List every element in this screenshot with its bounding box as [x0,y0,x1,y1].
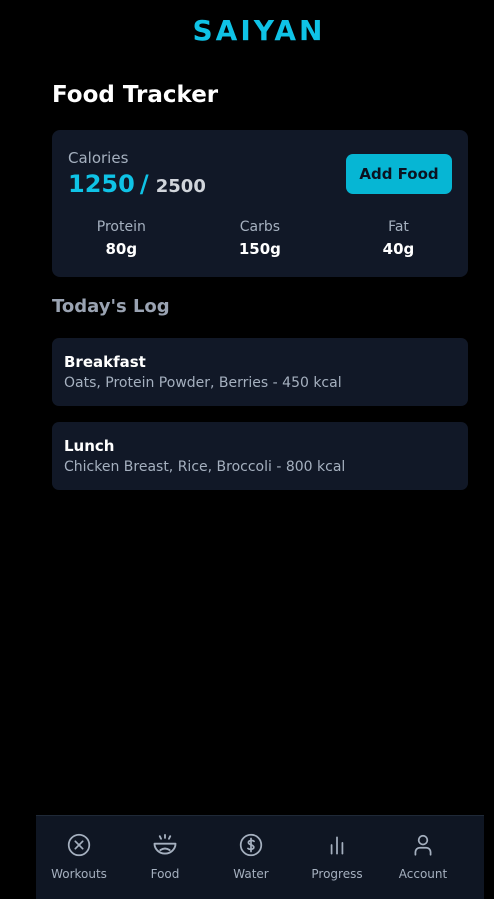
nav-label: Workouts [51,867,107,881]
log-entry-meal: Breakfast [64,353,146,371]
calories-goal: 2500 [155,176,206,197]
nav-label: Account [398,867,448,881]
bar-chart-icon [294,832,380,860]
nav-item-workouts[interactable]: Workouts [36,816,122,899]
calories-separator: / [139,170,149,198]
macro-label: Carbs [239,219,281,235]
nav-label: Progress [311,867,363,881]
macro-value: 150g [238,240,281,258]
macros-row: Protein 80g Carbs 150g Fat 40g [52,219,468,258]
macro-fat: Fat 40g [329,219,468,258]
calories-value: 1250 / 2500 [68,170,206,198]
nav-item-food[interactable]: Food [122,816,208,899]
nav-label: Water [233,867,269,881]
food-tracker-screen: SAIYAN Food Tracker Calories 1250 / 2500… [0,0,494,899]
todays-log-heading: Today's Log [52,296,170,317]
calories-label: Calories [68,149,129,167]
log-entry-detail: Oats, Protein Powder, Berries - 450 kcal [64,375,342,391]
page-title: Food Tracker [52,82,219,108]
macro-value: 80g [105,240,138,258]
macro-protein: Protein 80g [52,219,191,258]
add-food-button[interactable]: Add Food [346,154,452,194]
macro-value: 40g [382,240,415,258]
bottom-nav: Workouts Food Water Progress Account [36,815,484,899]
bowl-icon [122,832,208,860]
calorie-summary-card: Calories 1250 / 2500 Add Food Protein 80… [52,130,468,277]
nav-item-progress[interactable]: Progress [294,816,380,899]
macro-label: Protein [96,219,146,235]
x-circle-icon [36,832,122,860]
log-entry-detail: Chicken Breast, Rice, Broccoli - 800 kca… [64,459,346,475]
macro-label: Fat [388,219,409,235]
macro-carbs: Carbs 150g [191,219,330,258]
calories-current: 1250 [68,170,135,198]
nav-item-water[interactable]: Water [208,816,294,899]
dollar-circle-icon [208,832,294,860]
log-entry-meal: Lunch [64,437,115,455]
log-entry-breakfast[interactable]: Breakfast Oats, Protein Powder, Berries … [52,338,468,406]
nav-label: Food [150,867,180,881]
nav-item-account[interactable]: Account [380,816,466,899]
log-entry-lunch[interactable]: Lunch Chicken Breast, Rice, Broccoli - 8… [52,422,468,490]
user-icon [380,832,466,860]
brand-logo: SAIYAN [192,14,326,47]
